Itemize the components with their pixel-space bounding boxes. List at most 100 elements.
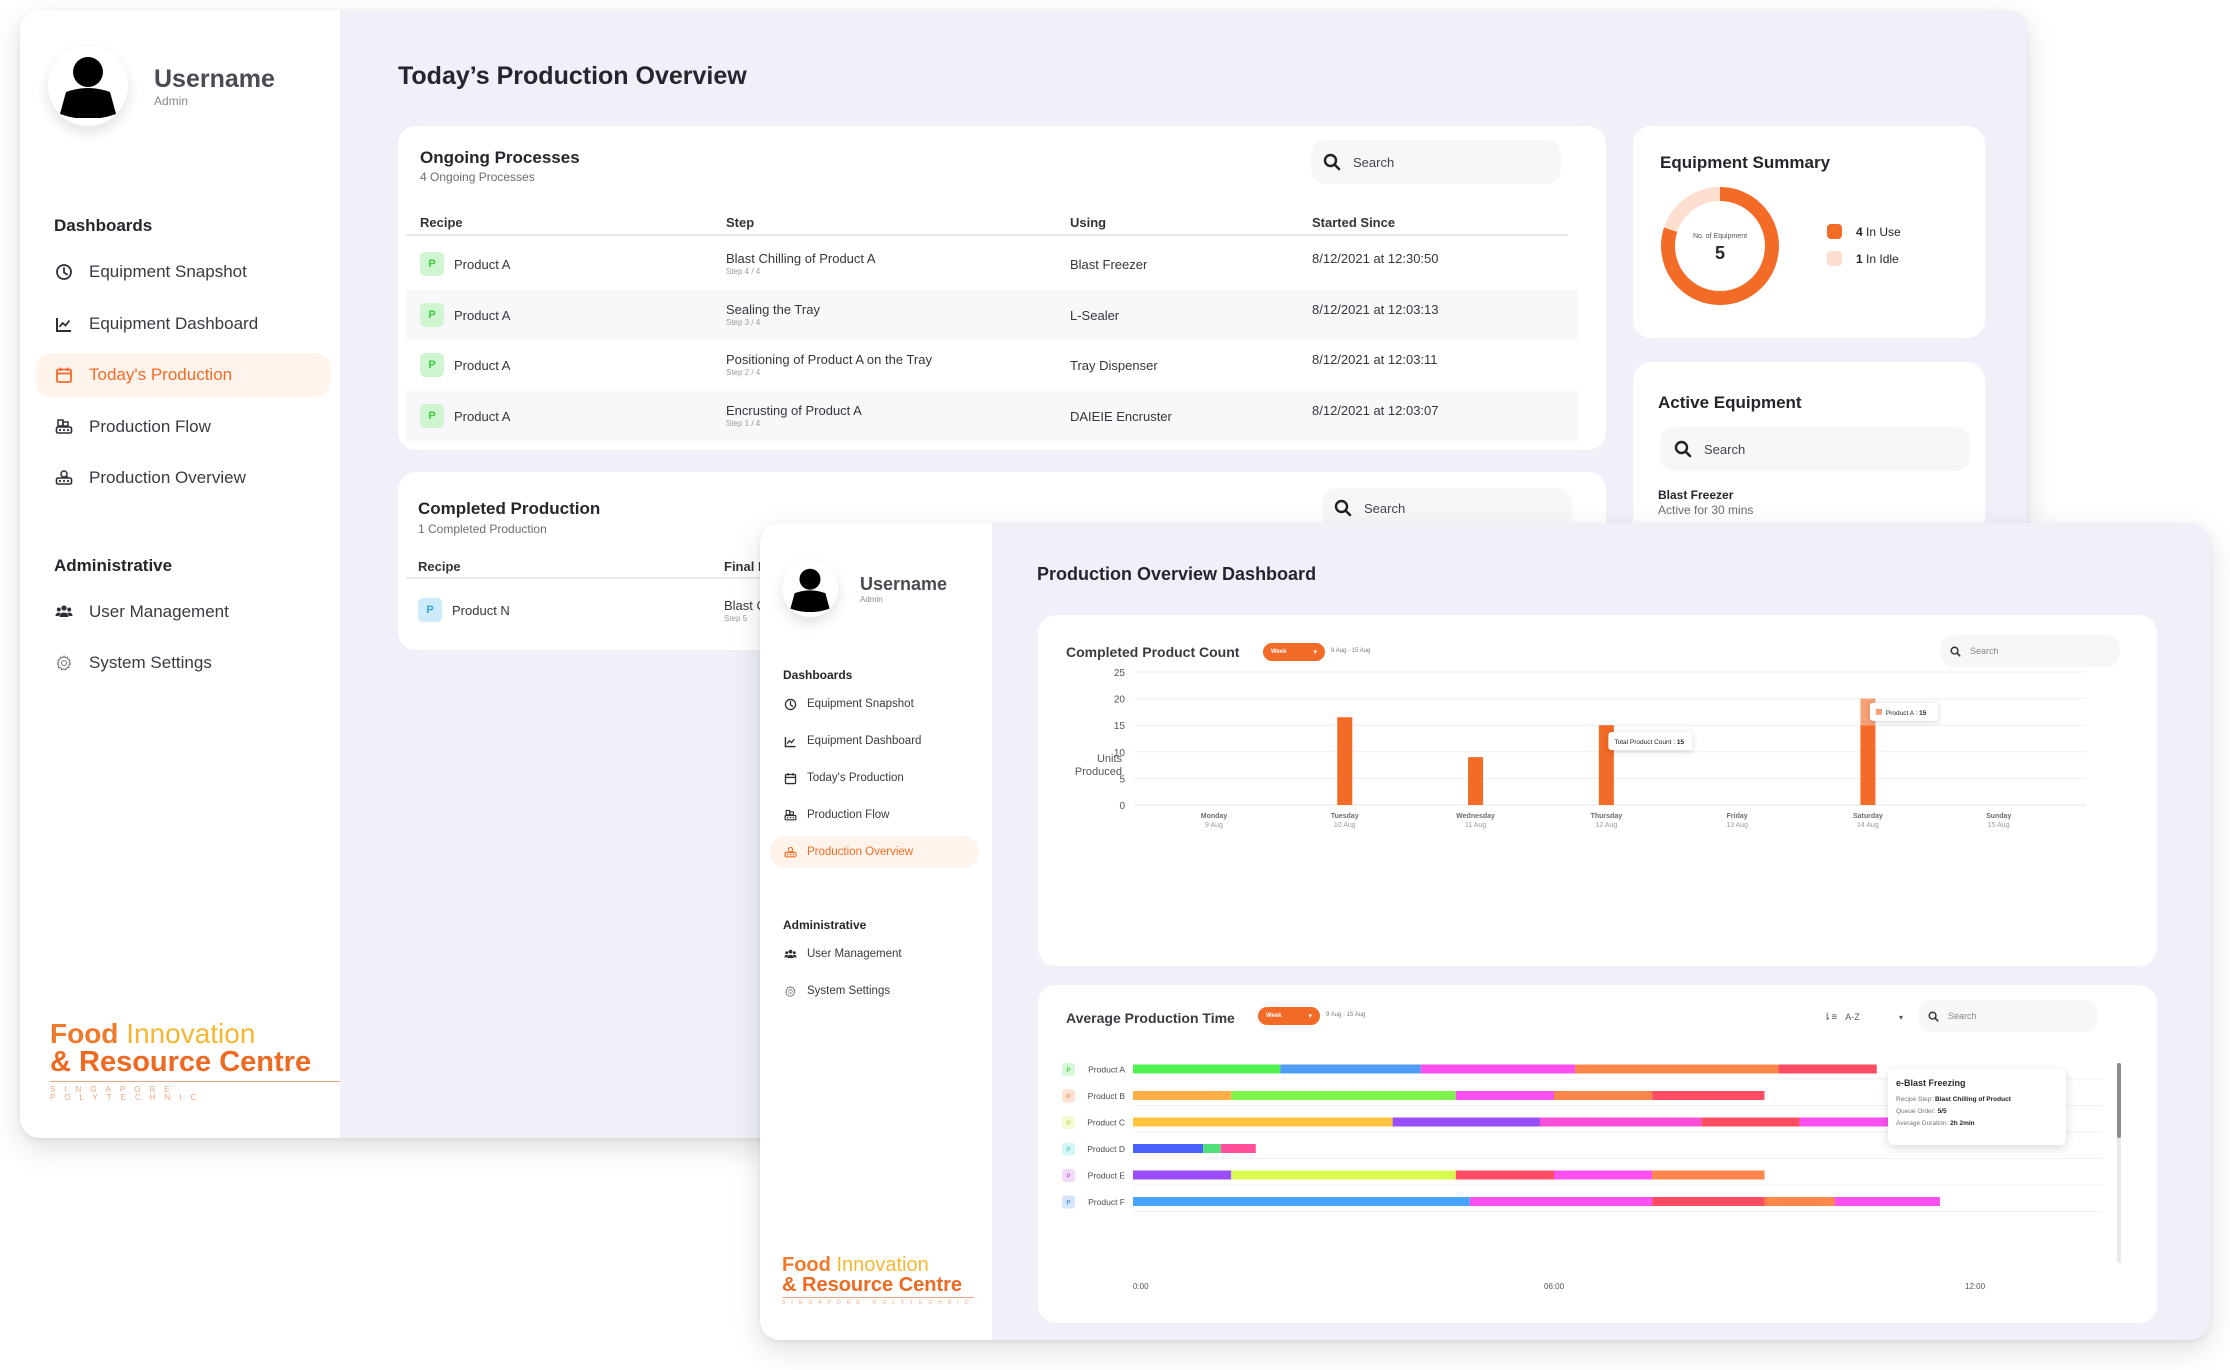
time-segment[interactable] [1133,1117,1393,1127]
time-segment[interactable] [1539,1117,1702,1127]
sidebar-item-equipment-dashboard[interactable]: Equipment Dashboard [770,725,978,757]
column-recipe[interactable]: Recipe [418,559,461,574]
calendar-icon [54,366,74,384]
recipe-name: Product A [454,358,511,373]
column-started-since[interactable]: Started Since [1312,215,1395,230]
sidebar-item-equipment-snapshot[interactable]: Equipment Snapshot [36,250,330,294]
legend-count: 4 [1856,224,1863,239]
donut-total: 5 [1714,243,1725,263]
x-tick-date: 13 Aug [1726,822,1748,829]
legend-label: In Idle [1866,251,1899,266]
time-segment[interactable] [1554,1091,1653,1100]
time-segment[interactable] [1455,1170,1554,1180]
time-segment[interactable] [1575,1064,1779,1074]
sidebar-item-label: User Management [89,601,229,621]
time-segment[interactable] [1778,1064,1877,1074]
sidebar-item-production-overview[interactable]: Production Overview [36,456,330,500]
time-segment[interactable] [1392,1117,1540,1127]
sidebar-item-today-s-production[interactable]: Today's Production [36,353,330,397]
page-title: Production Overview Dashboard [1037,564,1317,584]
product-badge-letter: P [1066,1095,1070,1101]
table-row[interactable]: P Product A Encrusting of Product A Step … [406,390,1578,441]
sidebar-item-production-overview[interactable]: Production Overview [770,836,978,868]
time-segment[interactable] [1764,1197,1835,1206]
time-segment[interactable] [1231,1091,1456,1100]
donut-center-label: No. of Equipment [1692,233,1748,240]
search-input[interactable]: Search [1322,488,1572,528]
table-row[interactable]: P Product A Sealing the Tray Step 3 / 4 L… [406,289,1578,340]
time-segment[interactable] [1133,1091,1232,1100]
chart-line-icon [783,735,797,748]
tooltip-label: Average Duration: [1896,1120,1951,1127]
user-profile[interactable]: Username Admin [782,561,947,617]
time-segment[interactable] [1554,1170,1653,1180]
started-since: 8/12/2021 at 12:03:11 [1312,352,1438,367]
x-tick-label: Tuesday [1331,813,1359,820]
time-segment[interactable] [1133,1064,1281,1074]
sidebar-item-system-settings[interactable]: System Settings [770,975,978,1007]
time-segment[interactable] [1420,1064,1576,1074]
product-badge-letter: P [1066,1148,1070,1154]
bar-tuesday[interactable] [1337,717,1353,805]
sidebar-item-system-settings[interactable]: System Settings [36,641,330,685]
time-segment[interactable] [1469,1197,1653,1206]
x-tick-date: 14 Aug [1857,822,1879,829]
table-row[interactable]: P Product A Positioning of Product A on … [406,340,1578,390]
sidebar-item-label: Equipment Dashboard [807,735,922,747]
column-final-process[interactable]: Final I [724,559,762,574]
time-segment[interactable] [1133,1144,1204,1153]
column-using[interactable]: Using [1070,215,1106,230]
sidebar-item-label: Production Overview [89,468,246,487]
sidebar-item-user-management[interactable]: User Management [770,938,978,970]
time-segment[interactable] [1133,1197,1470,1206]
users-icon [54,603,74,621]
nav-section-heading: Dashboards [783,668,853,682]
table-row[interactable]: P Product A Blast Chilling of Product AS… [406,239,1578,289]
sidebar-item-user-management[interactable]: User Management [36,590,330,634]
bar-saturday[interactable] [1860,725,1876,805]
time-segment[interactable] [1652,1091,1765,1100]
time-segment[interactable] [1203,1144,1221,1153]
tooltip-value: 5/5 [1937,1108,1947,1115]
sidebar-item-equipment-snapshot[interactable]: Equipment Snapshot [770,688,978,720]
legend-label: In Use [1866,224,1901,239]
time-segment[interactable] [1652,1197,1765,1206]
gear-icon [54,654,74,672]
step-number: Step 4 / 4 [726,267,761,276]
column-step[interactable]: Step [726,215,754,230]
sidebar: Username Admin Dashboards Equipment Snaps… [20,10,340,1138]
x-tick-date: 11 Aug [1465,822,1486,829]
time-segment[interactable] [1701,1117,1800,1127]
scrollbar-thumb[interactable] [2117,1063,2121,1138]
user-profile[interactable]: Username Admin [48,46,275,126]
search-input[interactable]: Search [1660,427,1970,471]
search-icon [1323,153,1341,171]
sidebar-item-today-s-production[interactable]: Today's Production [770,762,978,794]
x-tick-label: Monday [1201,813,1228,820]
time-segment[interactable] [1133,1170,1232,1180]
sidebar-item-equipment-dashboard[interactable]: Equipment Dashboard [36,302,330,346]
sidebar-item-label: Equipment Snapshot [89,262,247,281]
time-segment[interactable] [1220,1144,1256,1153]
time-segment[interactable] [1231,1170,1456,1180]
equipment-name[interactable]: Blast Freezer [1658,488,1733,502]
clock-icon [54,263,74,281]
sidebar-item-production-flow[interactable]: Production Flow [770,799,978,831]
scrollbar-track[interactable] [2117,1063,2121,1263]
sidebar-item-production-flow[interactable]: Production Flow [36,405,330,449]
time-segment[interactable] [1652,1170,1765,1180]
bar-tooltip: Total Product Count : 15 [1608,732,1693,751]
step-name: Positioning of Product A on the Tray [726,352,932,367]
x-tick-label: Wednesday [1456,813,1495,820]
search-input[interactable]: Search [1311,140,1561,184]
bar-wednesday[interactable] [1468,757,1484,805]
time-segment[interactable] [1799,1117,1898,1127]
column-recipe[interactable]: Recipe [420,215,463,230]
tooltip-title: e-Blast Freezing [1896,1078,1966,1088]
time-segment[interactable] [1280,1064,1421,1074]
time-segment[interactable] [1834,1197,1940,1206]
username: Username [860,574,948,594]
logo-food: Food [782,1254,831,1276]
time-segment[interactable] [1455,1091,1554,1100]
product-badge-letter: P [1066,1121,1070,1127]
